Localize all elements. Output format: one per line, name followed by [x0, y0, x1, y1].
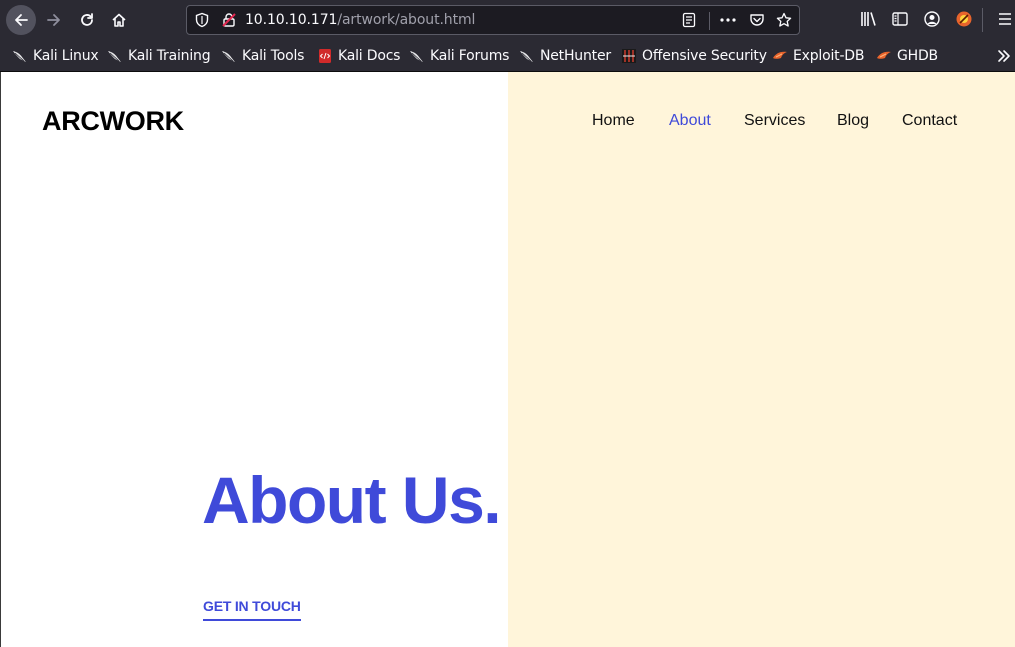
- bookmark-offensive-security[interactable]: Offensive Security: [621, 47, 767, 65]
- url-text[interactable]: 10.10.10.171/artwork/about.html: [245, 12, 475, 28]
- bookmark-kali-training[interactable]: Kali Training: [107, 47, 211, 65]
- bookmark-label: Kali Docs: [338, 48, 401, 64]
- exploitdb-icon: [773, 51, 787, 59]
- tracking-shield-icon[interactable]: [194, 12, 210, 28]
- hamburger-menu-icon[interactable]: [997, 10, 1013, 28]
- bookmark-exploit-db[interactable]: Exploit-DB: [772, 47, 864, 65]
- nav-services[interactable]: Services: [744, 112, 805, 130]
- home-icon: [112, 13, 126, 27]
- bookmarks-overflow-chevron-icon[interactable]: [996, 48, 1012, 64]
- home-button[interactable]: [104, 5, 134, 35]
- bookmark-label: Kali Forums: [430, 48, 510, 64]
- bookmark-kali-docs[interactable]: Kali Docs: [317, 47, 400, 65]
- page-actions-more-icon[interactable]: [719, 12, 737, 28]
- reload-icon: [81, 13, 93, 26]
- address-bar[interactable]: 10.10.10.171/artwork/about.html: [186, 5, 800, 35]
- nav-blog[interactable]: Blog: [837, 112, 869, 130]
- bookmark-ghdb[interactable]: GHDB: [876, 47, 938, 65]
- bookmark-star-icon[interactable]: [776, 12, 792, 28]
- get-in-touch-link[interactable]: GET IN TOUCH: [203, 598, 301, 621]
- kali-dragon-icon: [410, 51, 423, 62]
- exploitdb-icon: [877, 51, 891, 59]
- url-host: 10.10.10.171: [245, 12, 338, 28]
- insecure-lock-icon[interactable]: [221, 12, 237, 28]
- offsec-icon: [622, 49, 636, 63]
- library-icon[interactable]: [860, 10, 878, 28]
- bookmarks-toolbar: Kali Linux Kali Training Kali Tools Kali…: [0, 40, 1015, 72]
- bookmark-kali-linux[interactable]: Kali Linux: [12, 47, 99, 65]
- kali-dragon-icon: [520, 51, 533, 62]
- reload-button[interactable]: [72, 5, 102, 35]
- bookmark-label: Exploit-DB: [793, 48, 865, 64]
- back-button[interactable]: [6, 5, 36, 35]
- url-path: /artwork/about.html: [337, 12, 476, 28]
- kali-docs-icon: [319, 49, 331, 63]
- bookmark-label: Kali Tools: [242, 48, 305, 64]
- page-viewport: ARCWORK Home About Services Blog Contact…: [0, 72, 1015, 647]
- reader-view-icon[interactable]: [681, 12, 697, 28]
- pocket-icon[interactable]: [749, 12, 765, 28]
- forward-arrow-icon: [47, 14, 60, 26]
- account-icon[interactable]: [923, 10, 941, 28]
- bookmark-kali-tools[interactable]: Kali Tools: [221, 47, 304, 65]
- kali-dragon-icon: [108, 51, 121, 62]
- bookmark-kali-forums[interactable]: Kali Forums: [409, 47, 509, 65]
- page-title: About Us.: [202, 463, 502, 537]
- bookmark-label: GHDB: [897, 48, 938, 64]
- bookmark-label: Kali Training: [128, 48, 211, 64]
- bookmark-label: Offensive Security: [642, 48, 767, 64]
- forward-button[interactable]: [39, 5, 69, 35]
- browser-toolbar: 10.10.10.171/artwork/about.html: [0, 0, 1015, 40]
- url-separator: [709, 12, 710, 30]
- kali-dragon-icon: [13, 51, 26, 62]
- extension-icon[interactable]: [955, 10, 973, 28]
- nav-home[interactable]: Home: [592, 112, 635, 130]
- bookmark-label: Kali Linux: [33, 48, 99, 64]
- sidebar-icon[interactable]: [891, 10, 909, 28]
- back-arrow-icon: [15, 14, 28, 26]
- toolbar-separator: [982, 8, 983, 32]
- hero-side-panel: [508, 72, 1015, 647]
- bookmark-label: NetHunter: [540, 48, 611, 64]
- kali-dragon-icon: [222, 51, 235, 62]
- site-logo[interactable]: ARCWORK: [42, 106, 184, 137]
- nav-about[interactable]: About: [669, 112, 711, 130]
- nav-contact[interactable]: Contact: [902, 112, 957, 130]
- bookmark-nethunter[interactable]: NetHunter: [519, 47, 611, 65]
